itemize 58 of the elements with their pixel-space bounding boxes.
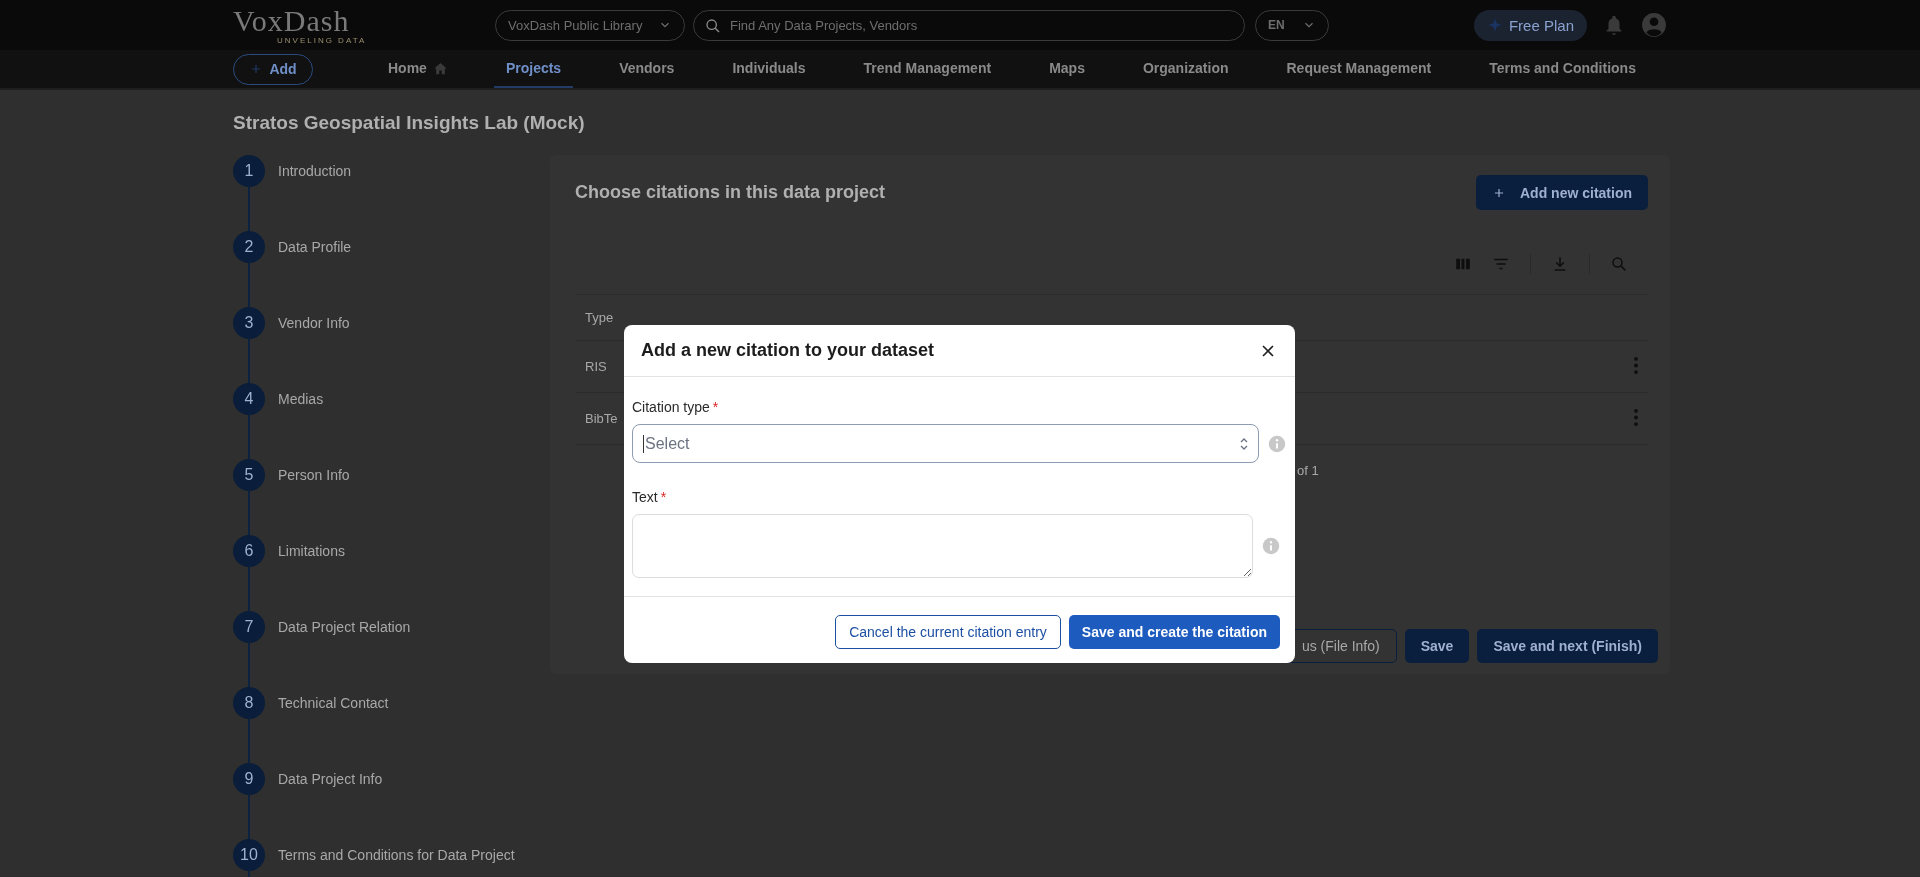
logo-wordmark[interactable]: VoxDash <box>233 5 350 36</box>
add-citation-button[interactable]: Add new citation <box>1476 175 1648 210</box>
info-icon <box>1268 434 1286 453</box>
step-label[interactable]: Introduction <box>278 163 352 179</box>
nav-tab[interactable]: Maps <box>1037 50 1097 88</box>
step-number[interactable]: 8 <box>233 687 265 719</box>
step-number[interactable]: 2 <box>233 231 265 263</box>
search-field[interactable]: Find Any Data Projects, Vendors <box>693 9 1245 41</box>
nav-tab[interactable]: Terms and Conditions <box>1477 50 1648 88</box>
nav-tab[interactable]: Projects <box>493 50 574 88</box>
nav-tab[interactable]: Request Management <box>1274 50 1444 88</box>
save-citation-button[interactable]: Save and create the citation <box>1068 615 1280 649</box>
citation-type-select[interactable]: Select <box>632 424 1259 463</box>
step-number[interactable]: 4 <box>233 383 265 415</box>
step-number[interactable]: 9 <box>233 763 265 795</box>
table-cell: RIS <box>585 359 607 374</box>
step-label[interactable]: Terms and Conditions for Data Project <box>278 847 515 863</box>
user-avatar-icon[interactable] <box>1641 12 1667 38</box>
card-title: Choose citations in this data project <box>575 182 886 203</box>
nav-tab[interactable]: Individuals <box>720 50 818 88</box>
info-icon <box>1262 537 1280 555</box>
step-number[interactable]: 7 <box>233 611 265 643</box>
nav-tab[interactable]: Trend Management <box>851 50 1004 88</box>
column-header: Type <box>585 310 614 325</box>
step-label[interactable]: Limitations <box>278 543 345 559</box>
text-input-field[interactable] <box>632 514 1253 578</box>
step-number[interactable]: 10 <box>233 839 265 871</box>
step-label[interactable]: Vendor Info <box>278 315 350 331</box>
step-label[interactable]: Data Profile <box>278 239 352 255</box>
more-vertical-icon <box>1634 408 1638 426</box>
step-number[interactable]: 3 <box>233 307 265 339</box>
step-label[interactable]: Technical Contact <box>278 695 389 711</box>
nav-tab[interactable]: Organization <box>1130 50 1241 88</box>
nav-tab[interactable]: Vendors <box>607 50 687 88</box>
save-button[interactable]: Save <box>1404 629 1470 663</box>
step-label[interactable]: Data Project Relation <box>278 619 411 635</box>
step-label[interactable]: Data Project Info <box>278 771 383 787</box>
pagination-text: of 1 <box>1297 463 1320 478</box>
table-cell: BibTe <box>585 411 618 426</box>
field-label: Text * <box>632 489 668 505</box>
dialog-title: Add a new citation to your dataset <box>641 340 935 361</box>
step-number[interactable]: 6 <box>233 535 265 567</box>
step-number[interactable]: 5 <box>233 459 265 491</box>
search-icon <box>705 17 721 34</box>
field-label: Citation type * <box>632 399 720 415</box>
step-label[interactable]: Person Info <box>278 467 350 483</box>
save-button[interactable]: Save and next (Finish) <box>1477 629 1658 663</box>
free-plan-button[interactable]: Free Plan <box>1473 9 1587 41</box>
more-vertical-icon <box>1634 356 1638 374</box>
step-number[interactable]: 1 <box>233 155 265 187</box>
step-label[interactable]: Medias <box>278 391 324 407</box>
chevron-updown-icon <box>1240 437 1248 450</box>
page-title: Stratos Geospatial Insights Lab (Mock) <box>233 110 586 135</box>
home-icon <box>432 60 448 76</box>
cancel-button[interactable]: Cancel the current citation entry <box>835 615 1061 649</box>
nav-tab[interactable]: Home <box>376 50 460 88</box>
logo-tagline: UNVELING DATA <box>277 35 367 45</box>
search-icon <box>1610 255 1628 273</box>
